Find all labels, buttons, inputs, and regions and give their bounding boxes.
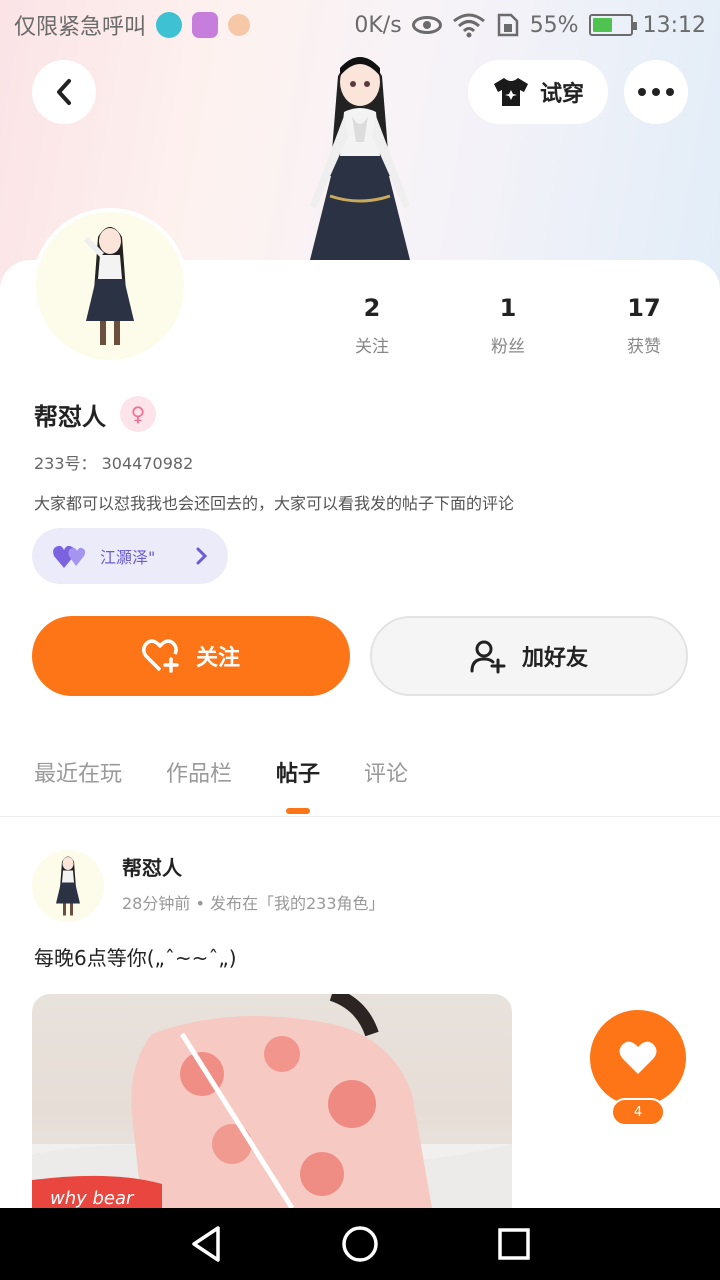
follow-button[interactable]: 关注 bbox=[32, 616, 350, 696]
following-stat[interactable]: 2 关注 bbox=[304, 294, 440, 357]
like-button[interactable] bbox=[590, 1010, 686, 1106]
tab-recently-played[interactable]: 最近在玩 bbox=[34, 756, 122, 788]
followers-label: 粉丝 bbox=[491, 337, 525, 357]
post-image[interactable]: why bear bbox=[32, 994, 512, 1208]
battery-percent: 55% bbox=[529, 12, 579, 38]
heart-icon bbox=[619, 1041, 657, 1074]
likes-count: 17 bbox=[627, 294, 661, 322]
username-row: 帮怼人 ♀ bbox=[34, 396, 156, 432]
eye-comfort-icon bbox=[411, 16, 442, 34]
stats-row: 2 关注 1 粉丝 17 获赞 bbox=[304, 294, 712, 357]
wifi-icon bbox=[452, 13, 485, 38]
user-plus-icon bbox=[470, 640, 506, 674]
cp-relationship-chip[interactable]: 江灝泽" bbox=[32, 528, 228, 584]
like-count-badge: 4 bbox=[611, 1098, 665, 1126]
character-figure bbox=[310, 57, 410, 260]
post-author-avatar[interactable] bbox=[32, 850, 104, 922]
cp-name: 江灝泽" bbox=[100, 548, 156, 567]
add-friend-label: 加好友 bbox=[521, 646, 588, 671]
post-meta: 28分钟前 • 发布在「我的233角色」 bbox=[122, 894, 385, 913]
likes-stat[interactable]: 17 获赞 bbox=[576, 294, 712, 357]
sim-icon bbox=[497, 13, 518, 37]
followers-count: 1 bbox=[499, 294, 517, 322]
nav-recents-icon[interactable] bbox=[496, 1226, 532, 1262]
more-dots-icon bbox=[638, 88, 646, 96]
post-author-name[interactable]: 帮怼人 bbox=[122, 852, 182, 881]
double-heart-icon bbox=[53, 545, 86, 568]
back-button[interactable] bbox=[32, 60, 96, 124]
system-nav-bar bbox=[0, 1208, 720, 1280]
likes-label: 获赞 bbox=[627, 337, 661, 357]
clock: 13:12 bbox=[642, 12, 706, 38]
avatar[interactable] bbox=[32, 208, 188, 364]
try-on-label: 试穿 bbox=[539, 82, 584, 107]
try-on-button[interactable]: 试穿 bbox=[468, 60, 608, 124]
more-button[interactable] bbox=[624, 60, 688, 124]
nav-back-icon[interactable] bbox=[188, 1224, 224, 1264]
tshirt-icon bbox=[493, 78, 528, 106]
tab-works[interactable]: 作品栏 bbox=[166, 756, 232, 788]
net-speed: 0K/s bbox=[354, 12, 402, 38]
game-notification-icon bbox=[228, 14, 251, 36]
tabs-divider bbox=[0, 816, 720, 817]
battery-icon bbox=[588, 14, 637, 36]
chevron-right-icon bbox=[196, 547, 208, 565]
female-gender-icon: ♀ bbox=[120, 396, 156, 432]
username: 帮怼人 bbox=[34, 402, 106, 431]
bio: 大家都可以怼我我也会还回去的，大家可以看我发的帖子下面的评论 bbox=[34, 494, 515, 513]
carrier-text: 仅限紧急呼叫 bbox=[14, 15, 147, 40]
following-label: 关注 bbox=[355, 337, 389, 357]
chevron-left-icon bbox=[57, 79, 71, 105]
app-notification-icon bbox=[156, 12, 183, 38]
following-count: 2 bbox=[363, 294, 381, 322]
heart-plus-icon bbox=[141, 639, 179, 673]
follow-label: 关注 bbox=[195, 646, 240, 671]
tab-posts[interactable]: 帖子 bbox=[276, 756, 320, 814]
avatar-character-image bbox=[84, 227, 134, 345]
profile-tabs: 最近在玩 作品栏 帖子 评论 bbox=[34, 756, 408, 814]
status-bar: 仅限紧急呼叫 0K/s 55% 13:12 bbox=[0, 0, 720, 50]
tab-comments[interactable]: 评论 bbox=[364, 756, 408, 788]
avatar-character-image bbox=[56, 856, 80, 916]
user-id[interactable]: 233号： 304470982 bbox=[34, 450, 193, 474]
active-tab-indicator bbox=[286, 808, 311, 814]
post-text[interactable]: 每晚6点等你(„ˆ~~ˆ„) bbox=[34, 942, 237, 971]
post-image-caption: why bear bbox=[50, 1188, 135, 1208]
followers-stat[interactable]: 1 粉丝 bbox=[440, 294, 576, 357]
nav-home-icon[interactable] bbox=[340, 1224, 380, 1264]
add-friend-button[interactable]: 加好友 bbox=[370, 616, 688, 696]
post-photo: why bear bbox=[32, 994, 512, 1208]
gallery-notification-icon bbox=[192, 12, 219, 38]
